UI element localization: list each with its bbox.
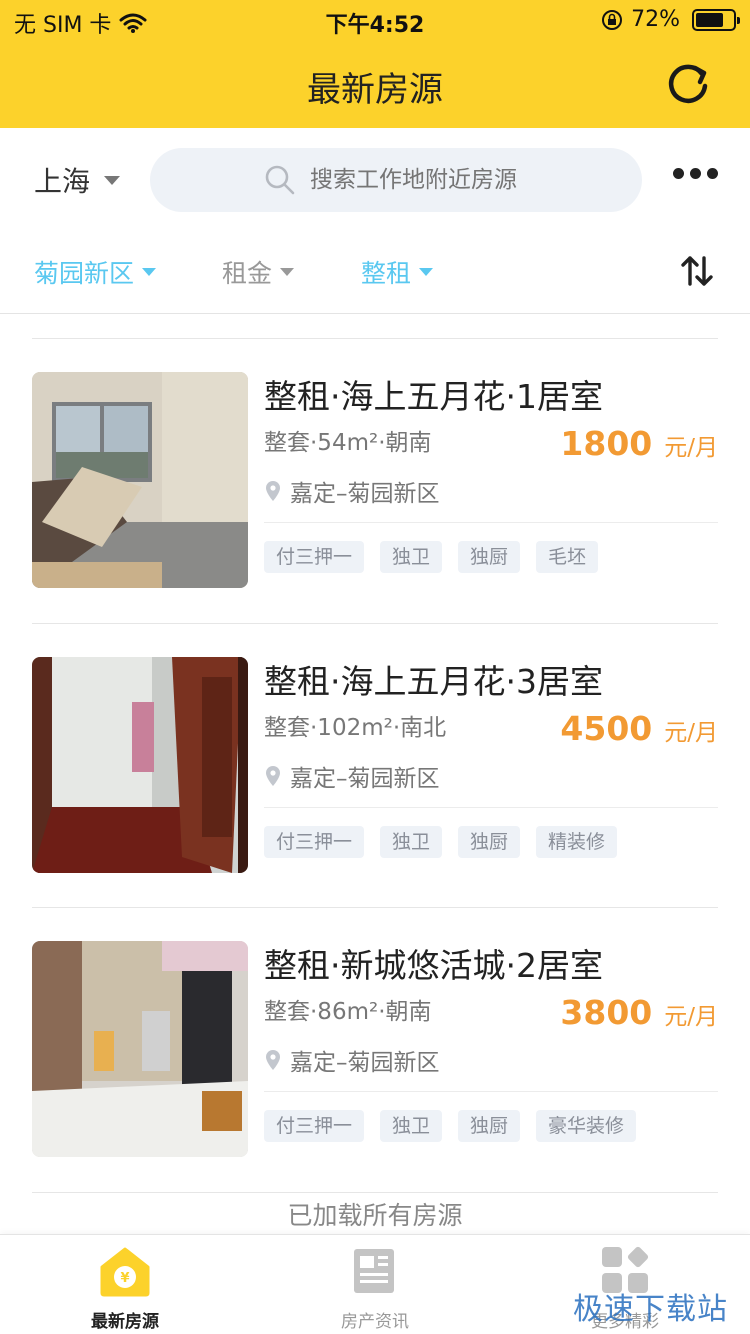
listing-photo <box>32 657 248 873</box>
watermark: 极速下载站 <box>573 1292 728 1327</box>
home-icon: ¥ <box>100 1247 150 1297</box>
price-value: 3800 <box>560 993 653 1032</box>
status-bar: 无 SIM 卡 下午4:52 72% <box>0 0 750 40</box>
refresh-icon[interactable] <box>664 60 712 108</box>
listing-title: 整租·海上五月花·1居室 <box>264 377 603 416</box>
tab-label: 最新房源 <box>91 1312 159 1332</box>
chevron-down-icon <box>280 268 295 276</box>
city-label: 上海 <box>34 165 91 198</box>
more-dot-icon <box>673 168 684 179</box>
location-pin-icon <box>266 481 280 501</box>
filter-type[interactable]: 整租 <box>361 254 434 290</box>
divider <box>264 807 718 808</box>
location-label: 嘉定–菊园新区 <box>290 481 440 507</box>
listing-title: 整租·海上五月花·3居室 <box>264 662 603 701</box>
location-label: 嘉定–菊园新区 <box>290 1050 440 1076</box>
price-value: 1800 <box>560 424 653 463</box>
price-unit: 元/月 <box>664 1004 718 1030</box>
news-icon <box>354 1249 394 1293</box>
orientation-lock-icon <box>602 9 623 30</box>
chevron-down-icon <box>104 175 121 185</box>
tag: 付三押一 <box>264 1110 365 1142</box>
more-dot-icon <box>690 168 701 179</box>
tag: 精装修 <box>536 826 618 858</box>
search-row: 上海 <box>0 128 750 232</box>
tag: 付三押一 <box>264 826 365 858</box>
tab-label: 房产资讯 <box>341 1312 409 1332</box>
listing-location: 嘉定–菊园新区 <box>264 474 718 508</box>
listing-location: 嘉定–菊园新区 <box>264 1043 718 1077</box>
divider <box>32 1192 718 1193</box>
status-right: 72% <box>601 7 740 32</box>
chevron-down-icon <box>419 268 434 276</box>
battery-percent: 72% <box>631 7 680 32</box>
tag: 付三押一 <box>264 541 365 573</box>
divider <box>32 338 718 339</box>
page-title: 最新房源 <box>307 70 443 110</box>
listing-info: 整租·海上五月花·1居室 整套·54m²·朝南 1800 元/月 嘉定–菊园新区… <box>264 372 718 573</box>
location-label: 嘉定–菊园新区 <box>290 766 440 792</box>
listing-info: 整租·海上五月花·3居室 整套·102m²·南北 4500 元/月 嘉定–菊园新… <box>264 657 718 858</box>
chevron-down-icon <box>142 268 157 276</box>
filter-rent[interactable]: 租金 <box>222 254 295 290</box>
search-input[interactable] <box>310 167 642 193</box>
tag: 独厨 <box>458 541 521 573</box>
svg-text:¥: ¥ <box>120 1271 129 1286</box>
listing-location: 嘉定–菊园新区 <box>264 759 718 793</box>
tag: 独厨 <box>458 826 521 858</box>
divider <box>264 522 718 523</box>
filter-district[interactable]: 菊园新区 <box>34 254 157 290</box>
filter-label: 菊园新区 <box>34 259 135 288</box>
listing-info: 整租·新城悠活城·2居室 整套·86m²·朝南 3800 元/月 嘉定–菊园新区… <box>264 941 718 1142</box>
listing-card[interactable]: 整租·新城悠活城·2居室 整套·86m²·朝南 3800 元/月 嘉定–菊园新区… <box>32 907 718 1191</box>
top-bar: 无 SIM 卡 下午4:52 72% 最新房源 <box>0 0 750 128</box>
tag-list: 付三押一 独卫 独厨 毛坯 <box>264 541 718 573</box>
tag: 豪华装修 <box>536 1110 637 1142</box>
divider <box>32 623 718 624</box>
price-unit: 元/月 <box>664 720 718 746</box>
listing-photo <box>32 941 248 1157</box>
sort-icon[interactable] <box>680 254 714 288</box>
battery-icon <box>692 8 740 31</box>
listing-price: 1800 元/月 <box>560 424 718 463</box>
tab-latest-listings[interactable]: ¥ 最新房源 <box>40 1245 210 1332</box>
listing-price: 3800 元/月 <box>560 993 718 1032</box>
listing-card[interactable]: 整租·海上五月花·3居室 整套·102m²·南北 4500 元/月 嘉定–菊园新… <box>32 623 718 907</box>
price-value: 4500 <box>560 709 653 748</box>
more-dot-icon <box>707 168 718 179</box>
filter-label: 整租 <box>361 259 412 288</box>
tag-list: 付三押一 独卫 独厨 精装修 <box>264 826 718 858</box>
divider <box>264 1091 718 1092</box>
listing-card[interactable]: 整租·海上五月花·1居室 整套·54m²·朝南 1800 元/月 嘉定–菊园新区… <box>32 338 718 622</box>
more-button[interactable] <box>673 168 718 179</box>
filter-label: 租金 <box>222 259 273 288</box>
tag: 毛坯 <box>536 541 599 573</box>
search-box[interactable] <box>150 148 642 212</box>
listing-title: 整租·新城悠活城·2居室 <box>264 946 603 985</box>
tag: 独卫 <box>380 826 443 858</box>
end-of-list-note: 已加载所有房源 <box>287 1201 463 1230</box>
tag: 独卫 <box>380 1110 443 1142</box>
location-pin-icon <box>266 1050 280 1070</box>
listing-price: 4500 元/月 <box>560 709 718 748</box>
listing-photo <box>32 372 248 588</box>
filter-row: 菊园新区 租金 整租 <box>0 232 750 314</box>
tab-property-news[interactable]: 房产资讯 <box>290 1245 460 1332</box>
city-selector[interactable]: 上海 <box>34 160 121 200</box>
tag: 独厨 <box>458 1110 521 1142</box>
price-unit: 元/月 <box>664 435 718 461</box>
tag-list: 付三押一 独卫 独厨 豪华装修 <box>264 1110 718 1142</box>
location-pin-icon <box>266 766 280 786</box>
search-icon <box>265 165 295 195</box>
tag: 独卫 <box>380 541 443 573</box>
divider <box>32 907 718 908</box>
